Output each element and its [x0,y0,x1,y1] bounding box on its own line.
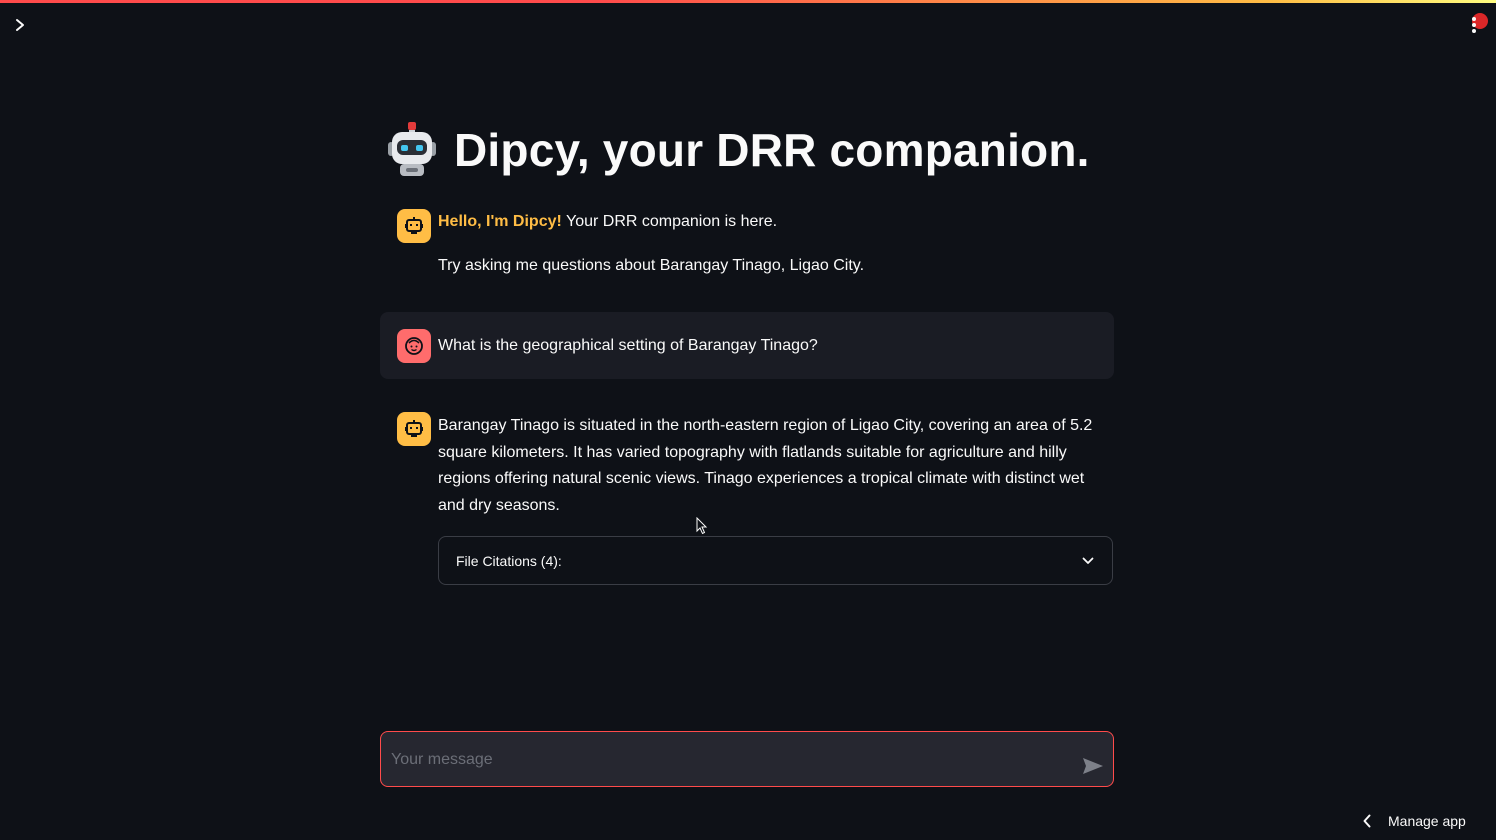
chat-input-container [380,731,1114,787]
assistant-greeting: Hello, I'm Dipcy! Your DRR companion is … [438,209,1108,236]
assistant-avatar [397,412,431,446]
main-menu-button[interactable] [1462,12,1486,38]
robot-icon [388,122,436,176]
send-icon [1083,758,1103,774]
chat-message-input[interactable] [389,740,1063,780]
page-title-row: Dipcy, your DRR companion. [384,118,1104,182]
chevron-right-icon [16,19,24,31]
greeting-hint: Try asking me questions about Barangay T… [438,257,865,274]
greeting-text: Your DRR companion is here. [561,213,778,230]
bot-icon [405,217,423,234]
assistant-avatar [397,209,431,243]
user-face-icon [405,337,423,355]
chevron-down-icon [1082,557,1094,564]
assistant-message: Barangay Tinago is situated in the north… [438,417,1093,514]
file-citations-expander[interactable]: File Citations (4): [438,536,1113,585]
user-message: What is the geographical setting of Bara… [438,337,818,354]
mouse-cursor-icon [696,517,708,535]
top-decoration-bar [0,0,1496,3]
send-button[interactable] [1080,753,1106,779]
more-vertical-icon [1472,17,1476,33]
manage-app-label: Manage app [1388,813,1466,829]
bot-icon [405,420,423,437]
page-title: Dipcy, your DRR companion. [454,124,1090,176]
greeting-highlight: Hello, I'm Dipcy! [438,213,562,230]
sidebar-expand-button[interactable] [10,14,30,36]
user-avatar [397,329,431,363]
file-citations-label: File Citations (4): [456,552,562,569]
chevron-left-icon [1363,814,1371,828]
manage-app-button[interactable]: Manage app [1362,808,1466,834]
